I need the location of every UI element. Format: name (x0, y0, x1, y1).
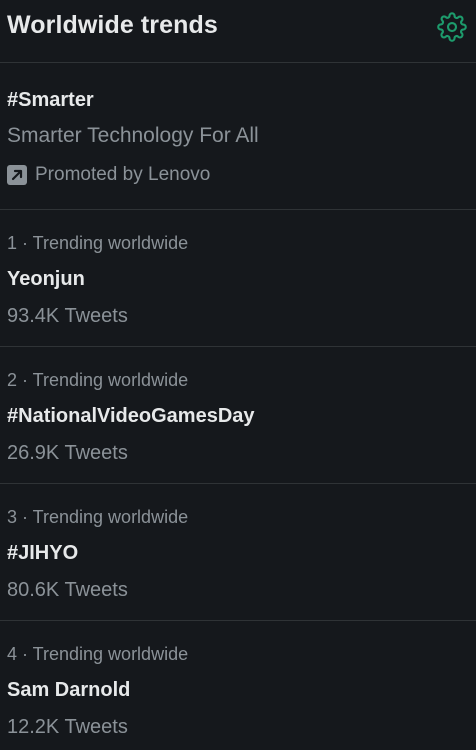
promoted-label: Promoted by Lenovo (35, 164, 211, 185)
trend-name: Yeonjun (7, 268, 85, 290)
trend-name: Sam Darnold (7, 679, 131, 701)
trends-panel: Worldwide trends #Smarter Smarter Techno… (0, 0, 476, 750)
trend-context: 3 · Trending worldwide (7, 507, 189, 527)
trend-context: 2 · Trending worldwide (7, 370, 189, 390)
trend-item[interactable]: 2 · Trending worldwide #NationalVideoGam… (0, 347, 476, 484)
trend-context: 1 · Trending worldwide (7, 233, 189, 253)
page-title: Worldwide trends (7, 11, 218, 39)
promoted-trend-item[interactable]: #Smarter Smarter Technology For All Prom… (0, 63, 476, 210)
trend-tweet-count: 26.9K Tweets (7, 442, 128, 464)
trend-item[interactable]: 3 · Trending worldwide #JIHYO 80.6K Twee… (0, 484, 476, 621)
trend-name: #Smarter (7, 89, 94, 111)
trend-tweet-count: 12.2K Tweets (7, 716, 128, 738)
trend-description: Smarter Technology For All (7, 124, 259, 147)
trend-name: #NationalVideoGamesDay (7, 405, 255, 427)
promoted-row: Promoted by Lenovo (7, 164, 210, 186)
trend-name: #JIHYO (7, 542, 79, 564)
trends-header: Worldwide trends (0, 0, 476, 63)
gear-icon (437, 12, 467, 42)
trend-tweet-count: 93.4K Tweets (7, 305, 128, 327)
trend-context: 4 · Trending worldwide (7, 644, 189, 664)
trend-item[interactable]: 4 · Trending worldwide Sam Darnold 12.2K… (0, 621, 476, 750)
promoted-icon (7, 165, 27, 185)
settings-button[interactable] (436, 11, 468, 43)
trend-item[interactable]: 1 · Trending worldwide Yeonjun 93.4K Twe… (0, 210, 476, 347)
trend-tweet-count: 80.6K Tweets (7, 579, 128, 601)
